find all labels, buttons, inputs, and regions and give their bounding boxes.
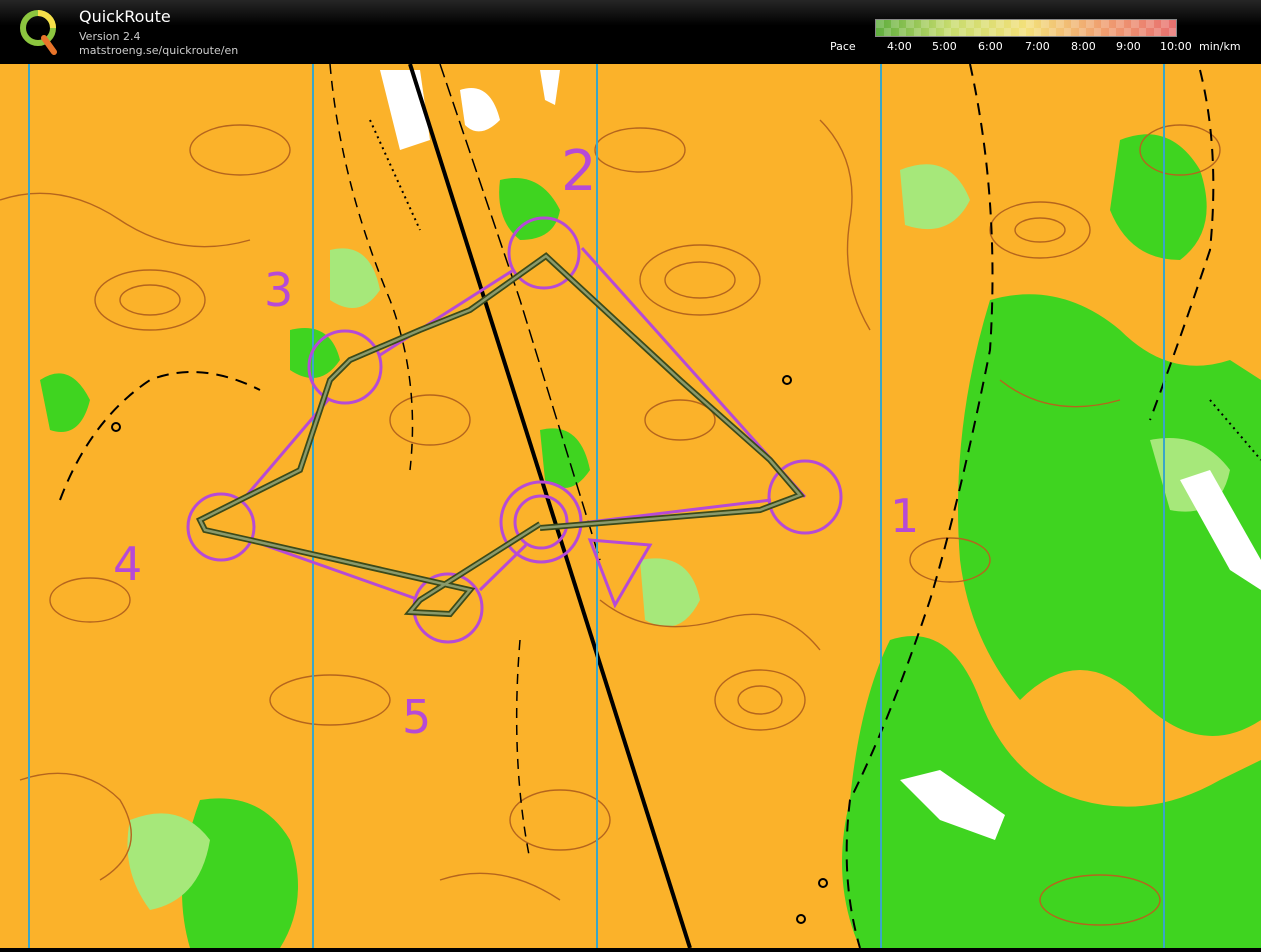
pace-bar-cell <box>1018 28 1026 36</box>
control-2-number: 2 <box>561 139 597 204</box>
pace-bar-cell <box>1026 20 1034 28</box>
pace-bar-cell <box>876 20 884 28</box>
pace-unit: min/km <box>1199 40 1241 53</box>
pace-bar-cell <box>898 28 906 36</box>
pace-bar-cell <box>951 20 959 28</box>
pace-bar-cell <box>1093 28 1101 36</box>
pace-gradient-bar <box>875 19 1177 37</box>
pace-bar-cell <box>1146 20 1154 28</box>
pace-tick: 9:00 <box>1116 40 1141 53</box>
pace-bar-cell <box>921 20 929 28</box>
map-canvas[interactable]: 1 2 3 4 5 <box>0 63 1261 949</box>
pace-bar-cell <box>943 28 951 36</box>
pace-bar-cell <box>1056 20 1064 28</box>
pace-bar-cell <box>1078 28 1086 36</box>
pace-bar-cell <box>1153 28 1161 36</box>
pace-bar-cell <box>1123 28 1131 36</box>
quickroute-logo-icon <box>20 10 57 55</box>
app-version: Version 2.4 <box>79 30 141 43</box>
pace-bar-cell <box>1131 20 1139 28</box>
pace-bar-cell <box>996 20 1004 28</box>
pace-bar-cell <box>1033 28 1041 36</box>
pace-tick: 4:00 <box>887 40 912 53</box>
control-3-number: 3 <box>264 263 293 317</box>
orienteering-map[interactable]: 1 2 3 4 5 <box>0 63 1261 949</box>
pace-bar-cell <box>1041 20 1049 28</box>
pace-bar-cell <box>1048 28 1056 36</box>
pace-bar-cell <box>906 20 914 28</box>
pace-bar-cell <box>958 28 966 36</box>
control-4-number: 4 <box>113 537 142 591</box>
pace-bar-cell <box>1138 28 1146 36</box>
control-5-number: 5 <box>402 690 431 744</box>
pace-tick: 7:00 <box>1025 40 1050 53</box>
pace-bar-cell <box>1003 28 1011 36</box>
pace-tick: 6:00 <box>978 40 1003 53</box>
control-1-number: 1 <box>890 489 919 543</box>
pace-tick: 10:00 <box>1160 40 1192 53</box>
pace-bar-cell <box>1086 20 1094 28</box>
pace-bar-cell <box>966 20 974 28</box>
app-title: QuickRoute <box>79 7 171 26</box>
pace-bar-cell <box>1116 20 1124 28</box>
pace-bar-cell <box>1168 28 1176 36</box>
pace-bar-cell <box>1011 20 1019 28</box>
pace-bar-cell <box>913 28 921 36</box>
pace-bar-cell <box>1101 20 1109 28</box>
pace-bar-cell <box>973 28 981 36</box>
pace-bar-cell <box>1071 20 1079 28</box>
pace-bar-cell <box>988 28 996 36</box>
pace-bar-cell <box>936 20 944 28</box>
pace-tick: 5:00 <box>932 40 957 53</box>
pace-label: Pace <box>830 40 856 53</box>
pace-bar-cell <box>981 20 989 28</box>
pace-bar-cell <box>1108 28 1116 36</box>
pace-bar-cell <box>928 28 936 36</box>
app-url[interactable]: matstroeng.se/quickroute/en <box>79 44 238 57</box>
pace-bar-cell <box>891 20 899 28</box>
pace-bar-cell <box>1063 28 1071 36</box>
app-header: QuickRoute Version 2.4 matstroeng.se/qui… <box>0 0 1261 64</box>
pace-tick: 8:00 <box>1071 40 1096 53</box>
pace-bar-cell <box>1161 20 1169 28</box>
pace-bar-cell <box>883 28 891 36</box>
